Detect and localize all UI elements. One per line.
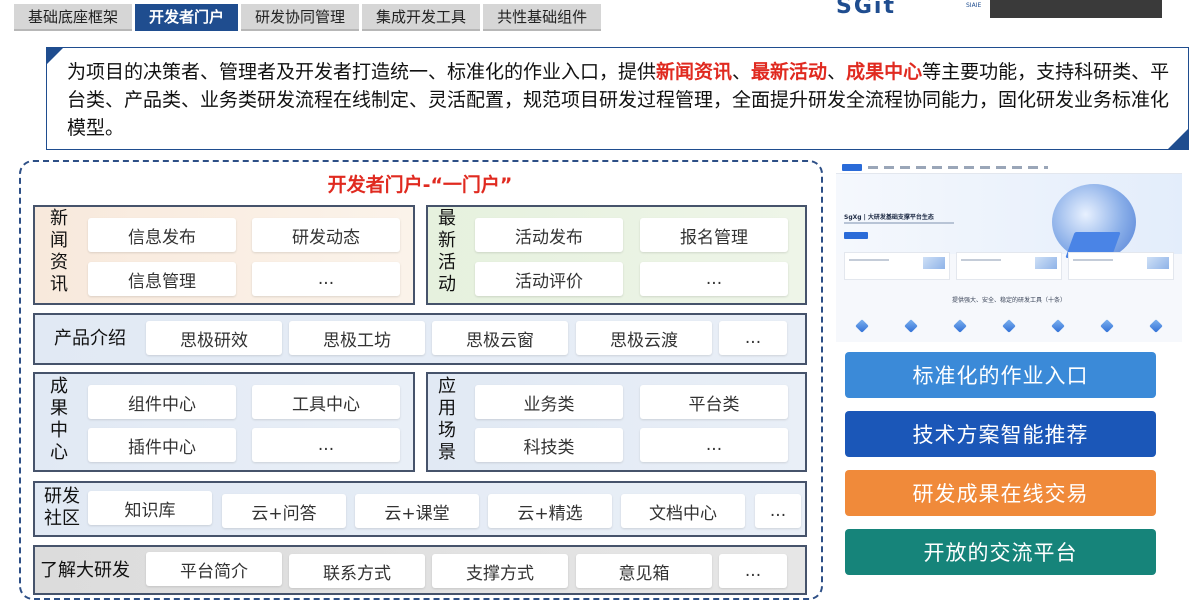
highlight-results: 成果中心 xyxy=(846,61,923,83)
intro-separator: 、 xyxy=(827,61,847,83)
section-results-label: 成果中心 xyxy=(50,376,68,463)
tool-icon xyxy=(1051,319,1065,333)
site-news-cards xyxy=(844,252,1174,280)
section-activities-label: 最新活动 xyxy=(438,208,456,295)
section-products-label: 产品介绍 xyxy=(54,328,126,349)
feature-online-trading: 研发成果在线交易 xyxy=(845,470,1156,516)
news-item-dynamics[interactable]: 研发动态 xyxy=(252,218,400,252)
tab-common-components[interactable]: 共性基础组件 xyxy=(483,4,602,31)
site-card xyxy=(844,252,950,280)
news-item-more[interactable]: ... xyxy=(252,262,400,296)
about-item-support[interactable]: 支撑方式 xyxy=(432,554,568,588)
tab-foundation-framework[interactable]: 基础底座框架 xyxy=(14,4,133,31)
product-item-yanxiao[interactable]: 思极研效 xyxy=(146,321,282,355)
results-item-plugins[interactable]: 插件中心 xyxy=(88,428,236,462)
scenario-item-tech[interactable]: 科技类 xyxy=(475,428,623,462)
tool-icon xyxy=(953,319,967,333)
product-item-yundu[interactable]: 思极云渡 xyxy=(576,321,712,355)
tool-icon xyxy=(1149,319,1163,333)
video-overlay xyxy=(990,0,1162,18)
portal-title: 开发者门户-“一门户” xyxy=(327,174,513,196)
about-item-contact[interactable]: 联系方式 xyxy=(289,554,425,588)
tab-developer-portal[interactable]: 开发者门户 xyxy=(135,4,239,31)
feature-smart-recommendation: 技术方案智能推荐 xyxy=(845,411,1156,457)
feature-standard-entry: 标准化的作业入口 xyxy=(845,352,1156,398)
brand-logo-sub: SIAIE xyxy=(966,2,982,9)
about-item-intro[interactable]: 平台简介 xyxy=(146,552,282,586)
tool-icon xyxy=(904,319,918,333)
portal-website-screenshot: SgXg | 大研发基础支撑平台生态 提供强大、安全、稳定的研发工具（十条） xyxy=(836,162,1182,342)
site-logo xyxy=(842,164,862,171)
highlight-news: 新闻资讯 xyxy=(656,61,733,83)
product-item-gongfang[interactable]: 思极工坊 xyxy=(289,321,425,355)
tool-icon xyxy=(1100,319,1114,333)
intro-text: 为项目的决策者、管理者及开发者打造统一、标准化的作业入口，提供新闻资讯、最新活动… xyxy=(67,58,1177,142)
tool-icon xyxy=(1002,319,1016,333)
product-item-yunchuang[interactable]: 思极云窗 xyxy=(432,321,568,355)
section-news-label: 新闻资讯 xyxy=(50,208,68,295)
brand-logo: SGit xyxy=(836,0,896,19)
site-nav-links xyxy=(868,166,1048,169)
scenario-item-business[interactable]: 业务类 xyxy=(475,385,623,419)
tab-integrated-dev-tools[interactable]: 集成开发工具 xyxy=(362,4,481,31)
community-item-classroom[interactable]: 云+课堂 xyxy=(355,494,479,528)
site-section-caption: 提供强大、安全、稳定的研发工具（十条） xyxy=(951,297,1066,304)
scenario-item-more[interactable]: ... xyxy=(640,428,788,462)
product-item-more[interactable]: ... xyxy=(719,321,787,355)
site-tool-icons xyxy=(855,319,1163,333)
feature-open-exchange: 开放的交流平台 xyxy=(845,529,1156,575)
results-item-more[interactable]: ... xyxy=(252,428,400,462)
activity-item-more[interactable]: ... xyxy=(640,262,788,296)
activity-item-review[interactable]: 活动评价 xyxy=(475,262,623,296)
news-item-publish[interactable]: 信息发布 xyxy=(88,218,236,252)
site-hero-button xyxy=(844,232,868,239)
community-item-docs[interactable]: 文档中心 xyxy=(621,494,745,528)
section-about-label: 了解大研发 xyxy=(40,560,130,581)
top-tab-bar: 基础底座框架 开发者门户 研发协同管理 集成开发工具 共性基础组件 xyxy=(14,4,602,31)
news-item-manage[interactable]: 信息管理 xyxy=(88,262,236,296)
site-hero-subtitle xyxy=(844,222,954,224)
community-item-selection[interactable]: 云+精选 xyxy=(488,494,612,528)
highlight-activities: 最新活动 xyxy=(751,61,828,83)
intro-separator: 、 xyxy=(732,61,752,83)
site-hero-title: SgXg | 大研发基础支撑平台生态 xyxy=(844,214,934,221)
site-hero: SgXg | 大研发基础支撑平台生态 xyxy=(836,174,1182,260)
corner-decoration xyxy=(46,47,64,65)
community-item-more[interactable]: ... xyxy=(755,494,801,528)
site-card xyxy=(1068,252,1174,280)
intro-part-1: 为项目的决策者、管理者及开发者打造统一、标准化的作业入口，提供 xyxy=(67,61,657,83)
results-item-components[interactable]: 组件中心 xyxy=(88,385,236,419)
site-nav-bar xyxy=(836,162,1182,174)
section-scenarios-label: 应用场景 xyxy=(438,376,456,463)
results-item-tools[interactable]: 工具中心 xyxy=(252,385,400,419)
activity-item-publish[interactable]: 活动发布 xyxy=(475,218,623,252)
about-item-feedback[interactable]: 意见箱 xyxy=(576,554,712,588)
tool-icon xyxy=(855,319,869,333)
intro-box: 为项目的决策者、管理者及开发者打造统一、标准化的作业入口，提供新闻资讯、最新活动… xyxy=(46,47,1189,150)
activity-item-registration[interactable]: 报名管理 xyxy=(640,218,788,252)
community-item-knowledge[interactable]: 知识库 xyxy=(88,491,212,525)
scenario-item-platform[interactable]: 平台类 xyxy=(640,385,788,419)
about-item-more[interactable]: ... xyxy=(719,554,787,588)
site-card xyxy=(956,252,1062,280)
tab-rd-collaboration[interactable]: 研发协同管理 xyxy=(241,4,360,31)
section-community-label: 研发社区 xyxy=(44,486,80,529)
community-item-qa[interactable]: 云+问答 xyxy=(222,494,346,528)
